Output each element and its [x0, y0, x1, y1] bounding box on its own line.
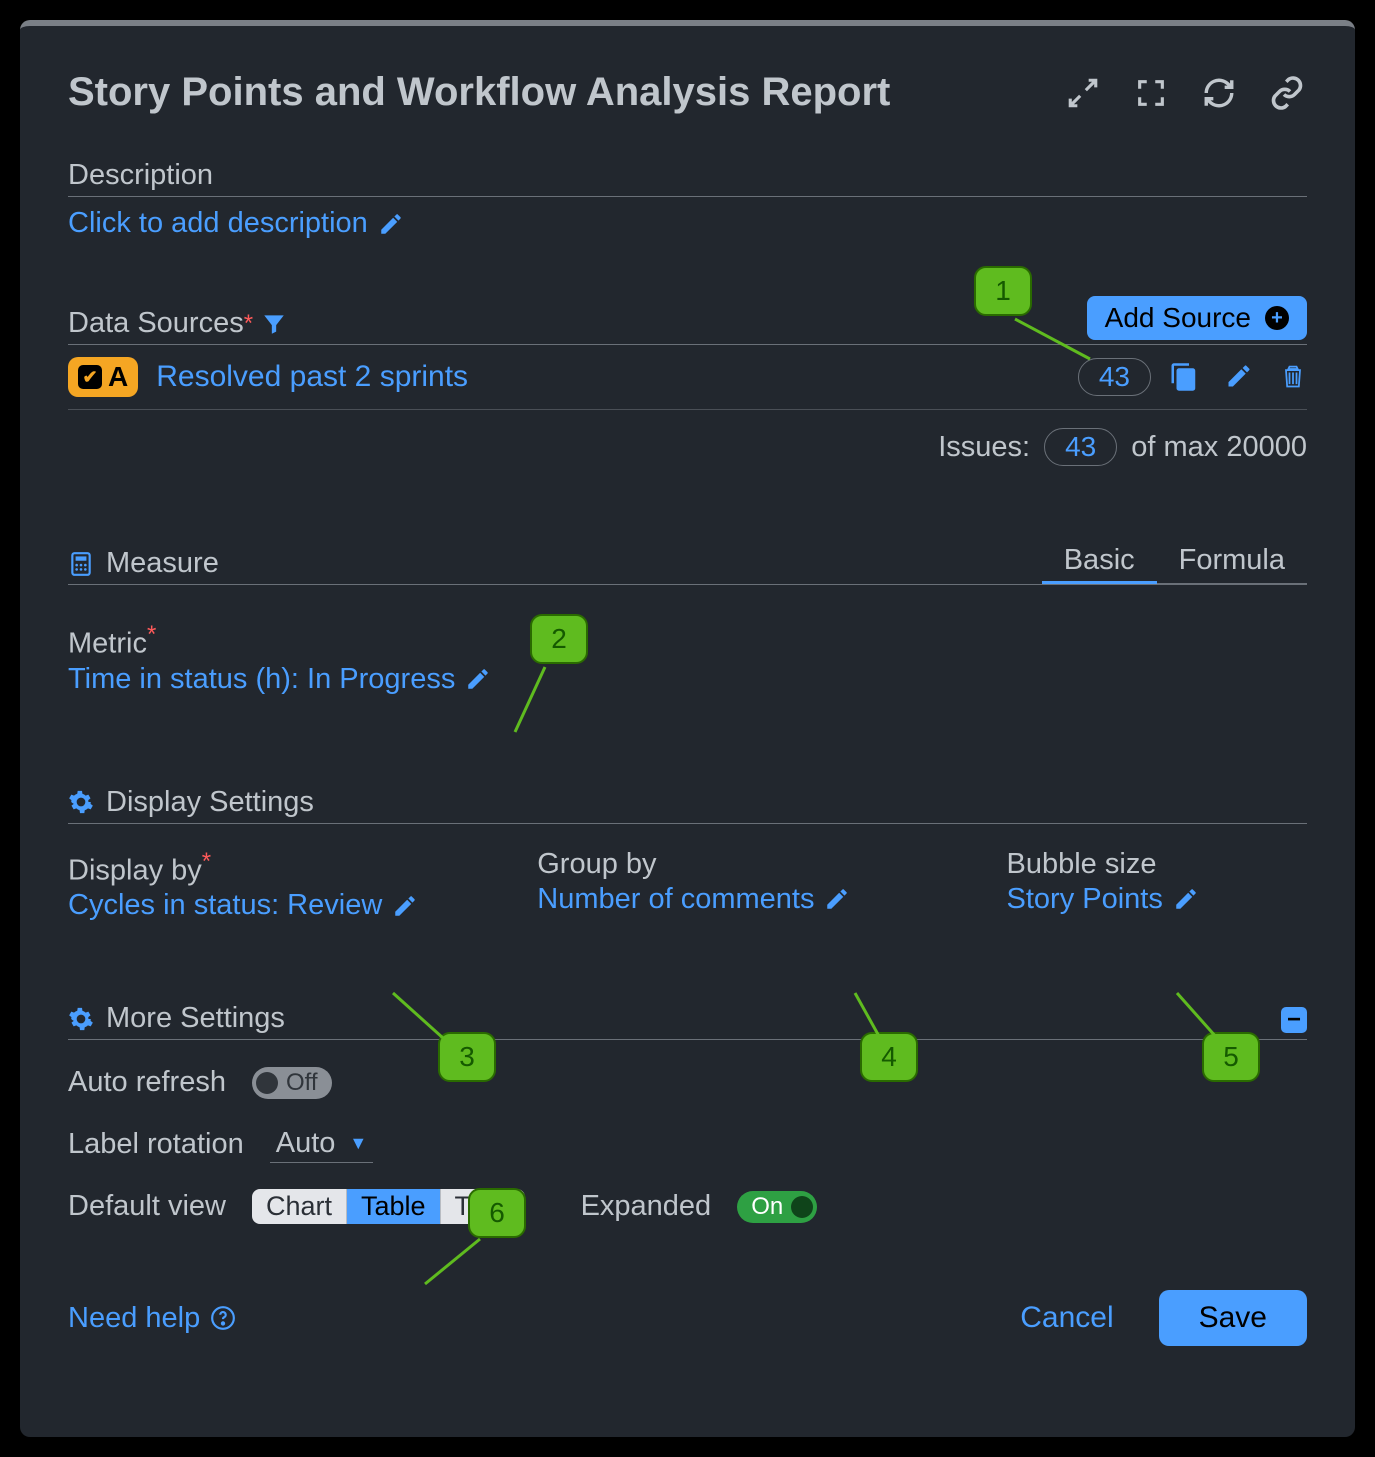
default-view-row: Default view Chart Table Tiles Expanded …	[68, 1189, 1307, 1224]
metric-value[interactable]: Time in status (h): In Progress	[68, 663, 491, 696]
display-by-value[interactable]: Cycles in status: Review	[68, 889, 418, 922]
delete-icon[interactable]	[1279, 362, 1307, 392]
pencil-icon	[824, 886, 850, 912]
label-rotation-dropdown[interactable]: Auto ▼	[270, 1125, 374, 1163]
metric-field: Metric* Time in status (h): In Progress	[68, 621, 1307, 696]
measure-tabs: Basic Formula	[1042, 540, 1307, 584]
group-by-field: Group by Number of comments	[537, 848, 966, 923]
panel-title: Story Points and Workflow Analysis Repor…	[68, 70, 890, 115]
copy-icon[interactable]	[1169, 362, 1199, 392]
display-by-field: Display by* Cycles in status: Review	[68, 848, 497, 923]
cancel-button[interactable]: Cancel	[995, 1290, 1138, 1346]
collapse-button[interactable]: −	[1281, 1007, 1307, 1033]
save-button[interactable]: Save	[1159, 1290, 1307, 1346]
required-asterisk: *	[244, 310, 253, 338]
measure-label: Measure	[68, 547, 219, 584]
gear-icon	[68, 789, 94, 815]
pencil-icon	[378, 211, 404, 237]
callout-6-pointer	[420, 1234, 490, 1294]
issues-count[interactable]: 43	[1044, 428, 1117, 466]
panel-header: Story Points and Workflow Analysis Repor…	[68, 26, 1307, 145]
more-settings-label: More Settings	[68, 1002, 285, 1039]
filter-icon[interactable]	[261, 311, 287, 337]
display-settings-grid: Display by* Cycles in status: Review Gro…	[68, 848, 1307, 923]
auto-refresh-row: Auto refresh Off	[68, 1066, 1307, 1099]
callout-4-pointer	[850, 988, 890, 1048]
callout-2: 2	[530, 614, 588, 664]
calculator-icon	[68, 551, 94, 577]
bubble-size-value[interactable]: Story Points	[1007, 883, 1199, 916]
display-settings-label: Display Settings	[68, 786, 1307, 823]
gear-icon	[68, 1006, 94, 1032]
source-actions	[1169, 362, 1307, 392]
edit-icon[interactable]	[1225, 362, 1253, 392]
link-icon[interactable]	[1267, 73, 1307, 113]
pencil-icon	[465, 666, 491, 692]
tab-basic[interactable]: Basic	[1042, 540, 1157, 584]
help-link[interactable]: Need help	[68, 1302, 236, 1335]
bubble-size-field: Bubble size Story Points	[1007, 848, 1307, 923]
auto-refresh-toggle[interactable]: Off	[252, 1067, 332, 1099]
callout-2-pointer	[510, 662, 560, 742]
tab-formula[interactable]: Formula	[1157, 540, 1307, 584]
metric-label: Metric*	[68, 621, 1307, 661]
panel-footer: Need help Cancel Save	[68, 1290, 1307, 1346]
plus-icon: +	[1265, 306, 1289, 330]
checkbox-icon[interactable]: ✔	[78, 365, 102, 389]
source-name[interactable]: Resolved past 2 sprints	[156, 360, 1060, 394]
help-icon	[210, 1305, 236, 1331]
fullscreen-icon[interactable]	[1131, 73, 1171, 113]
source-badge[interactable]: ✔ A	[68, 357, 138, 397]
callout-1: 1	[974, 266, 1032, 316]
add-source-button[interactable]: Add Source +	[1087, 296, 1307, 340]
display-settings-header: Display Settings	[68, 786, 1307, 824]
callout-3-pointer	[388, 988, 458, 1048]
data-sources-label: Data Sources*	[68, 307, 287, 344]
callout-5-pointer	[1172, 988, 1232, 1048]
description-label: Description	[68, 159, 1307, 197]
callout-6: 6	[468, 1188, 526, 1238]
view-chart[interactable]: Chart	[252, 1189, 347, 1224]
chevron-down-icon: ▼	[349, 1133, 367, 1154]
measure-header: Measure Basic Formula	[68, 540, 1307, 585]
refresh-icon[interactable]	[1199, 73, 1239, 113]
label-rotation-row: Label rotation Auto ▼	[68, 1125, 1307, 1163]
more-settings-header: More Settings −	[68, 1002, 1307, 1040]
header-actions	[1063, 73, 1307, 113]
toggle-knob	[791, 1196, 813, 1218]
collapse-icon[interactable]	[1063, 73, 1103, 113]
pencil-icon	[1173, 886, 1199, 912]
data-sources-header: Data Sources* Add Source +	[68, 296, 1307, 345]
expanded-toggle[interactable]: On	[737, 1191, 817, 1223]
data-source-row: ✔ A Resolved past 2 sprints 43	[68, 345, 1307, 410]
toggle-knob	[256, 1072, 278, 1094]
issues-summary: Issues: 43 of max 20000	[68, 410, 1307, 484]
pencil-icon	[392, 893, 418, 919]
group-by-value[interactable]: Number of comments	[537, 883, 850, 916]
description-section: Description Click to add description	[68, 159, 1307, 240]
view-table[interactable]: Table	[347, 1189, 441, 1224]
callout-1-pointer	[1010, 314, 1100, 374]
report-config-panel: Story Points and Workflow Analysis Repor…	[20, 20, 1355, 1437]
description-placeholder[interactable]: Click to add description	[68, 207, 404, 240]
